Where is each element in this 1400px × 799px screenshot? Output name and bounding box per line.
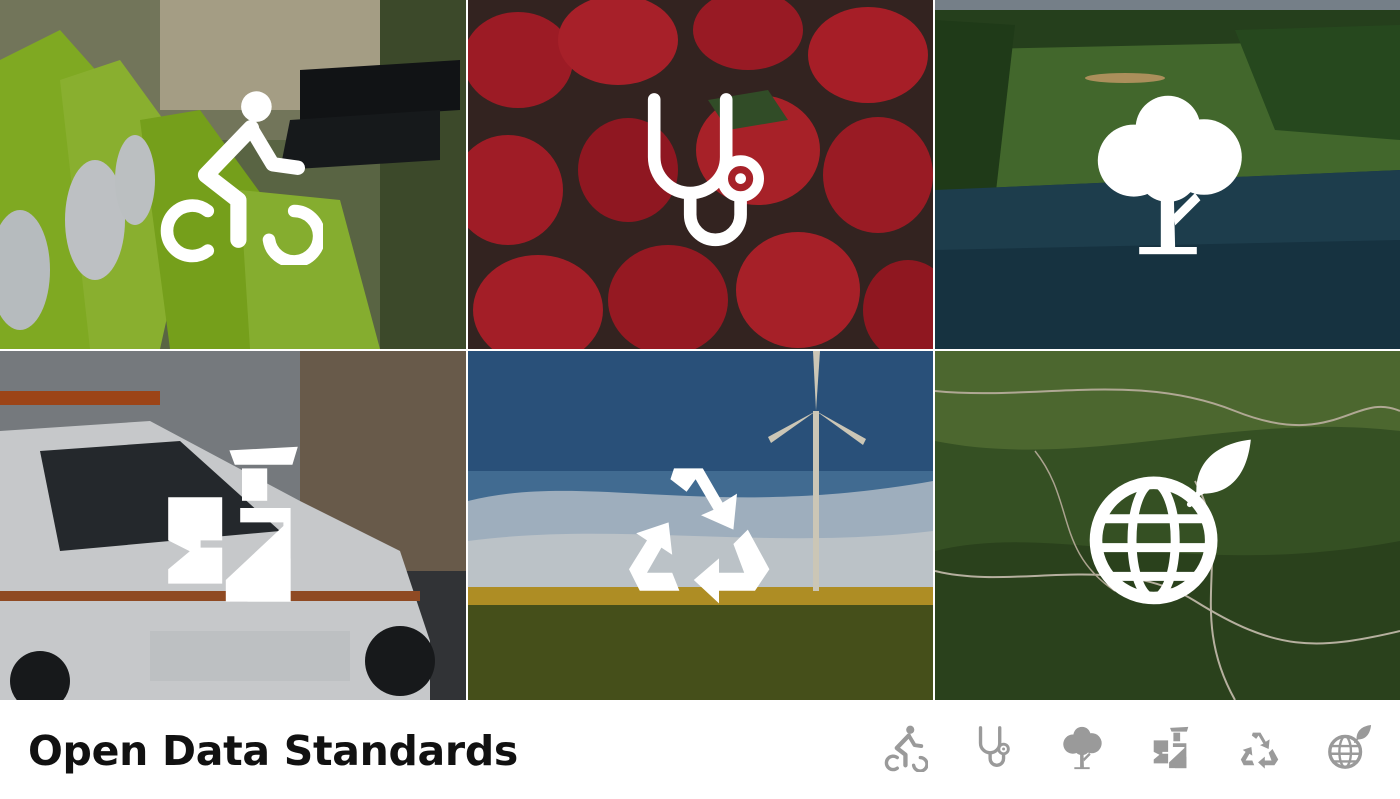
category-grid bbox=[0, 0, 1400, 700]
page-title: Open Data Standards bbox=[28, 727, 518, 775]
bicycle-icon[interactable] bbox=[880, 724, 928, 772]
stethoscope-icon[interactable] bbox=[969, 724, 1017, 772]
recycle-icon bbox=[611, 436, 791, 616]
tile-public-safety[interactable] bbox=[0, 351, 466, 700]
stethoscope-icon bbox=[611, 85, 791, 265]
tree-icon bbox=[1078, 85, 1258, 265]
tile-energy-environment[interactable] bbox=[468, 351, 933, 700]
recycle-icon[interactable] bbox=[1236, 724, 1284, 772]
police-officer-icon bbox=[143, 436, 323, 616]
tile-parks[interactable] bbox=[935, 0, 1400, 349]
tile-transportation[interactable] bbox=[0, 0, 466, 349]
globe-leaf-icon[interactable] bbox=[1325, 724, 1373, 772]
police-officer-icon[interactable] bbox=[1147, 724, 1195, 772]
globe-leaf-icon bbox=[1078, 436, 1258, 616]
tree-icon[interactable] bbox=[1058, 724, 1106, 772]
tile-environment[interactable] bbox=[935, 351, 1400, 700]
tile-health[interactable] bbox=[468, 0, 933, 349]
bicycle-icon bbox=[143, 85, 323, 265]
footer-bar: Open Data Standards bbox=[0, 700, 1400, 799]
